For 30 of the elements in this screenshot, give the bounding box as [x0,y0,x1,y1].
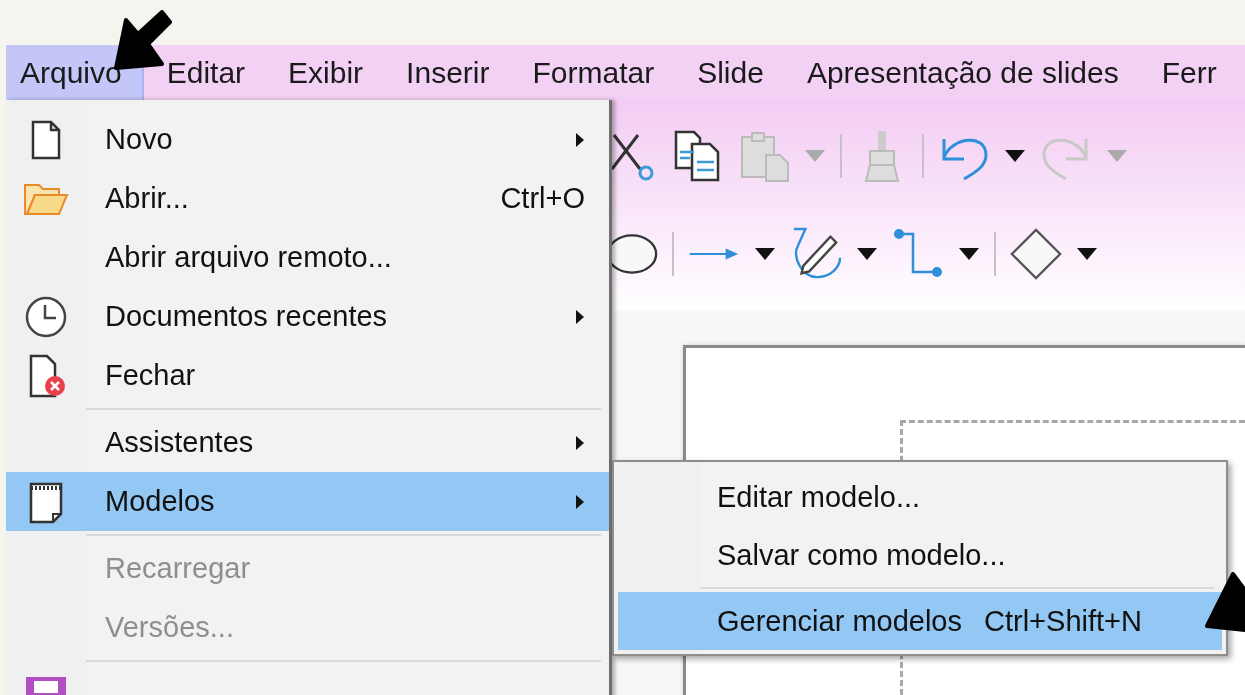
menu-title[interactable]: Formatar [518,45,675,100]
menu-item[interactable]: Assistentes [6,413,609,472]
menu-item[interactable]: Documentos recentes [6,287,609,346]
pointer-arrow-icon [1203,570,1245,632]
menu-title[interactable]: Slide [683,45,784,100]
menu-title[interactable]: Ferr [1147,45,1237,100]
menu-item[interactable]: Salvar como modelo... [618,526,1222,584]
menu-item[interactable]: Gerenciar modelos Ctrl+Shift+N [618,592,1222,650]
menu-item[interactable]: Editar modelo... [618,468,1222,526]
dropdown-caret-icon[interactable] [754,247,776,261]
menu-title[interactable]: Editar [152,45,266,100]
menu-item[interactable]: Abrir... Ctrl+O [6,169,609,228]
menu-item[interactable]: Novo [6,110,609,169]
menu-title[interactable]: Exibir [274,45,384,100]
menu-item[interactable]: Abrir arquivo remoto... [6,228,609,287]
dropdown-caret-icon[interactable] [1076,247,1098,261]
connector-icon[interactable] [892,228,944,280]
shortcut-text: Ctrl+O [500,182,585,215]
menu-title[interactable]: Arquivo [6,45,144,100]
dropdown-caret-icon[interactable] [958,247,980,261]
clock-icon [24,294,68,339]
menu-item[interactable]: Modelos [6,472,609,531]
menu-title[interactable]: Apresentação de slides [792,45,1139,100]
dropdown-caret-icon[interactable] [1004,149,1026,163]
menu-title[interactable]: Inserir [392,45,510,100]
shortcut-text: Ctrl+Shift+N [984,604,1142,638]
document-icon [31,119,61,160]
dropdown-caret-icon[interactable] [856,247,878,261]
diamond-icon[interactable] [1010,228,1062,280]
menu-item[interactable]: Fechar [6,346,609,405]
